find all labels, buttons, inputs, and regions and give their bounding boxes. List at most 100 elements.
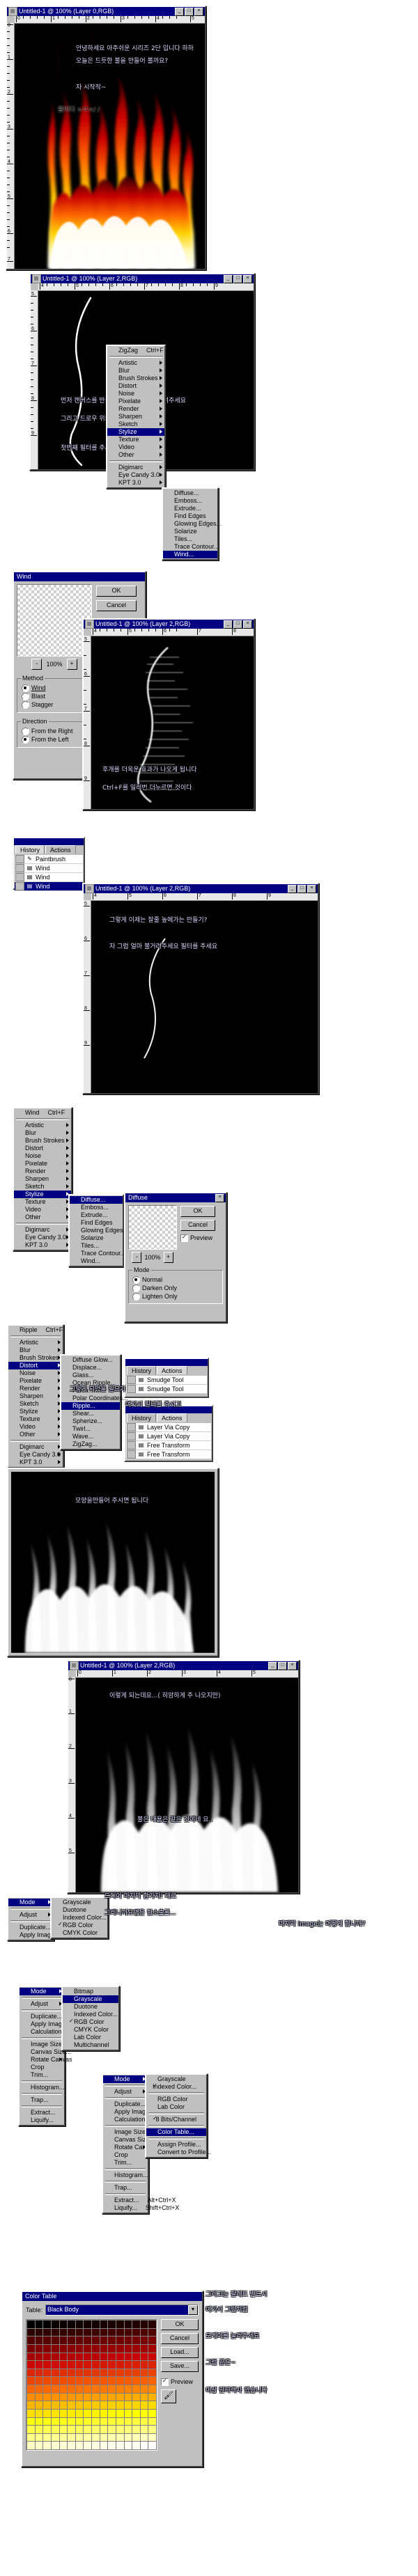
color-swatch[interactable]: [124, 2433, 132, 2442]
menu-item-rgb-color[interactable]: RGB Color: [52, 1922, 107, 1929]
color-swatch[interactable]: [35, 2369, 43, 2377]
actions-palette-1[interactable]: History Actions ▤ Smudge Tool ▤ Smudge T…: [124, 1358, 209, 1398]
color-swatch[interactable]: [59, 2385, 68, 2393]
menu-item-glowing-edges[interactable]: Glowing Edges...: [70, 1227, 128, 1234]
color-swatch[interactable]: [51, 2409, 59, 2417]
color-swatch[interactable]: [27, 2337, 35, 2344]
zoom-in-button[interactable]: +: [66, 659, 77, 670]
color-swatch[interactable]: [43, 2433, 51, 2442]
color-swatch[interactable]: [140, 2320, 148, 2328]
color-swatch[interactable]: [84, 2442, 91, 2449]
color-swatch[interactable]: [92, 2409, 100, 2417]
color-swatch[interactable]: [59, 2353, 68, 2361]
color-swatch[interactable]: [132, 2442, 140, 2449]
menu-item-mode[interactable]: Mode: [8, 1899, 53, 1906]
menu-item-duotone[interactable]: Duotone: [52, 1906, 107, 1914]
color-swatch[interactable]: [100, 2328, 108, 2337]
menu-item-extract[interactable]: Extract...: [20, 2109, 64, 2116]
minimize-button[interactable]: _: [175, 7, 184, 16]
color-swatch[interactable]: [84, 2369, 91, 2377]
color-swatch[interactable]: [68, 2426, 75, 2433]
menu-item-color-table[interactable]: Color Table...: [146, 2128, 206, 2136]
menu-item-kpt[interactable]: KPT 3.0: [14, 1241, 71, 1249]
color-swatch[interactable]: [35, 2393, 43, 2401]
menu-item-render[interactable]: Render: [14, 1168, 71, 1175]
window-controls[interactable]: _ □ ×: [224, 620, 252, 629]
menu-item-trap[interactable]: Trap...: [103, 2184, 148, 2192]
menu-item-lab-color[interactable]: Lab Color: [63, 2034, 118, 2041]
history-row[interactable]: ▤ Wind: [15, 864, 83, 873]
wind-preview[interactable]: [17, 584, 92, 657]
color-swatch[interactable]: [92, 2433, 100, 2442]
menu-item-duotone[interactable]: Duotone: [63, 2003, 118, 2011]
menu-item-eye-candy[interactable]: Eye Candy 3.0: [107, 471, 164, 479]
color-swatch[interactable]: [75, 2401, 84, 2409]
titlebar-doc2[interactable]: Untitled-1 @ 100% (Layer 2,RGB) _ □ ×: [31, 274, 254, 283]
menu-item-duplicate[interactable]: Duplicate...: [8, 1924, 53, 1931]
color-swatch[interactable]: [116, 2417, 124, 2426]
color-swatch[interactable]: [35, 2353, 43, 2361]
maximize-button[interactable]: □: [278, 1661, 287, 1670]
color-swatch[interactable]: [116, 2377, 124, 2385]
menu-item-texture[interactable]: Texture: [8, 1415, 63, 1423]
color-swatch[interactable]: [132, 2409, 140, 2417]
color-swatch[interactable]: [59, 2426, 68, 2433]
color-swatch[interactable]: [100, 2353, 108, 2361]
menu-item-trace-contour[interactable]: Trace Contour...: [70, 1250, 125, 1257]
color-swatch[interactable]: [140, 2337, 148, 2344]
history-row[interactable]: ▤ Wind: [15, 873, 83, 882]
menu-item-assign-profile[interactable]: Assign Profile...: [146, 2141, 206, 2149]
menu-item-apply-image[interactable]: Apply Image...: [20, 2020, 71, 2028]
color-swatch[interactable]: [108, 2353, 116, 2361]
color-swatch[interactable]: [124, 2369, 132, 2377]
maximize-button[interactable]: □: [297, 884, 307, 893]
close-button[interactable]: ×: [194, 7, 203, 16]
color-swatch[interactable]: [132, 2320, 140, 2328]
document-window-1[interactable]: Untitled-1 @ 100% (Layer 0,RGB) _ □ × 0 …: [6, 6, 206, 270]
preview-checkbox-row[interactable]: Preview: [161, 2378, 199, 2386]
table-select-value[interactable]: Black Body: [46, 2305, 188, 2315]
color-swatch[interactable]: [100, 2369, 108, 2377]
history-palette-1[interactable]: History Actions ✎ Paintbrush ▤ Wind ▤ Wi…: [13, 837, 85, 891]
color-swatch[interactable]: [140, 2401, 148, 2409]
color-swatch[interactable]: [132, 2417, 140, 2426]
menu-item-wind[interactable]: Wind...: [70, 1257, 123, 1265]
color-swatch[interactable]: [68, 2369, 75, 2377]
menu-item-sharpen[interactable]: Sharpen: [14, 1175, 71, 1183]
color-swatch[interactable]: [35, 2409, 43, 2417]
color-swatch[interactable]: [124, 2401, 132, 2409]
color-swatch[interactable]: [132, 2328, 140, 2337]
color-swatch[interactable]: [51, 2369, 59, 2377]
minimize-button[interactable]: _: [224, 274, 233, 283]
color-swatch[interactable]: [27, 2369, 35, 2377]
mode-submenu-2[interactable]: Bitmap Grayscale Duotone Indexed Color..…: [61, 1986, 120, 2051]
color-swatch[interactable]: [51, 2377, 59, 2385]
color-swatch[interactable]: [124, 2337, 132, 2344]
color-swatch[interactable]: [68, 2433, 75, 2442]
menu-item-grayscale[interactable]: Grayscale: [52, 1899, 107, 1906]
color-swatch[interactable]: [51, 2320, 59, 2328]
color-swatch[interactable]: [68, 2385, 75, 2393]
color-swatch[interactable]: [148, 2426, 156, 2433]
window-controls[interactable]: _ □ ×: [268, 1661, 297, 1670]
color-swatch[interactable]: [51, 2433, 59, 2442]
menu-item-cmyk-color[interactable]: CMYK Color: [52, 1929, 107, 1937]
diffuse-dialog[interactable]: Diffuse × - 100% + OK Cancel Preview: [124, 1192, 227, 1323]
color-swatch[interactable]: [27, 2328, 35, 2337]
color-swatch[interactable]: [132, 2353, 140, 2361]
menu-item-render[interactable]: Render: [107, 405, 164, 413]
color-swatch[interactable]: [108, 2377, 116, 2385]
menu-item-other[interactable]: Other: [8, 1431, 63, 1438]
color-swatch[interactable]: [124, 2328, 132, 2337]
color-swatch[interactable]: [116, 2442, 124, 2449]
menu-item-image-size[interactable]: Image Size...: [20, 2041, 68, 2048]
tab-history[interactable]: History: [127, 1366, 157, 1375]
menu-item-noise[interactable]: Noise: [8, 1369, 63, 1377]
color-swatch[interactable]: [116, 2328, 124, 2337]
color-swatch[interactable]: [68, 2344, 75, 2353]
menu-item-stylize[interactable]: Stylize: [107, 428, 164, 436]
color-swatch[interactable]: [132, 2393, 140, 2401]
menu-item-stylize[interactable]: Stylize: [14, 1191, 71, 1198]
image-menu-2[interactable]: Mode Adjust Duplicate... Apply Image... …: [18, 1986, 72, 2126]
minimize-button[interactable]: _: [224, 620, 233, 629]
